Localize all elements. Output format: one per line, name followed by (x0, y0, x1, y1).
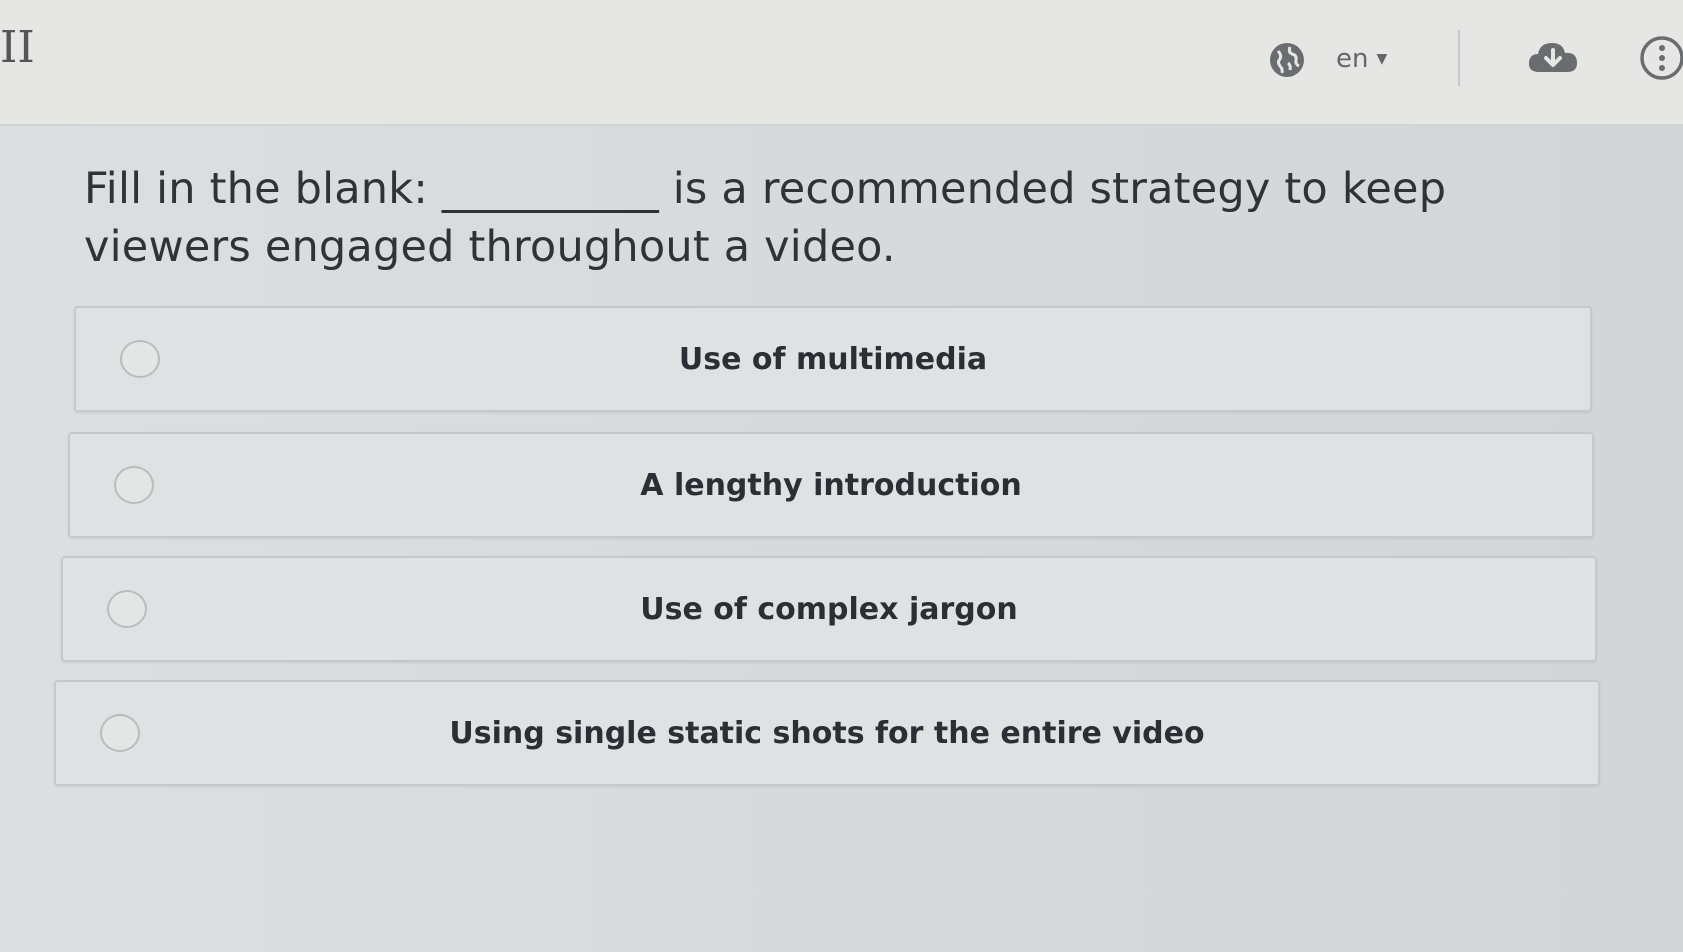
answer-option[interactable]: Use of complex jargon (61, 556, 1597, 662)
cloud-download-icon[interactable] (1525, 38, 1581, 76)
answer-option[interactable]: Use of multimedia (74, 306, 1592, 412)
globe-icon[interactable] (1268, 41, 1306, 79)
question-text: Fill in the blank: __________ is a recom… (84, 164, 1447, 272)
language-selector[interactable]: en ▼ (1336, 44, 1387, 74)
answer-option-label: Using single static shots for the entire… (449, 715, 1205, 751)
chevron-down-icon: ▼ (1376, 51, 1388, 67)
top-bar: II en ▼ (0, 0, 1683, 126)
toolbar-divider (1458, 30, 1460, 86)
language-label: en (1336, 44, 1369, 74)
more-vertical-icon[interactable] (1638, 34, 1683, 82)
answer-option-label: Use of complex jargon (640, 591, 1018, 627)
answer-option-label: Use of multimedia (678, 341, 988, 377)
answer-option[interactable]: Using single static shots for the entire… (54, 680, 1600, 786)
answer-option-label: A lengthy introduction (640, 467, 1022, 503)
answer-option[interactable]: A lengthy introduction (68, 432, 1594, 538)
logo-fragment: II (0, 22, 35, 73)
